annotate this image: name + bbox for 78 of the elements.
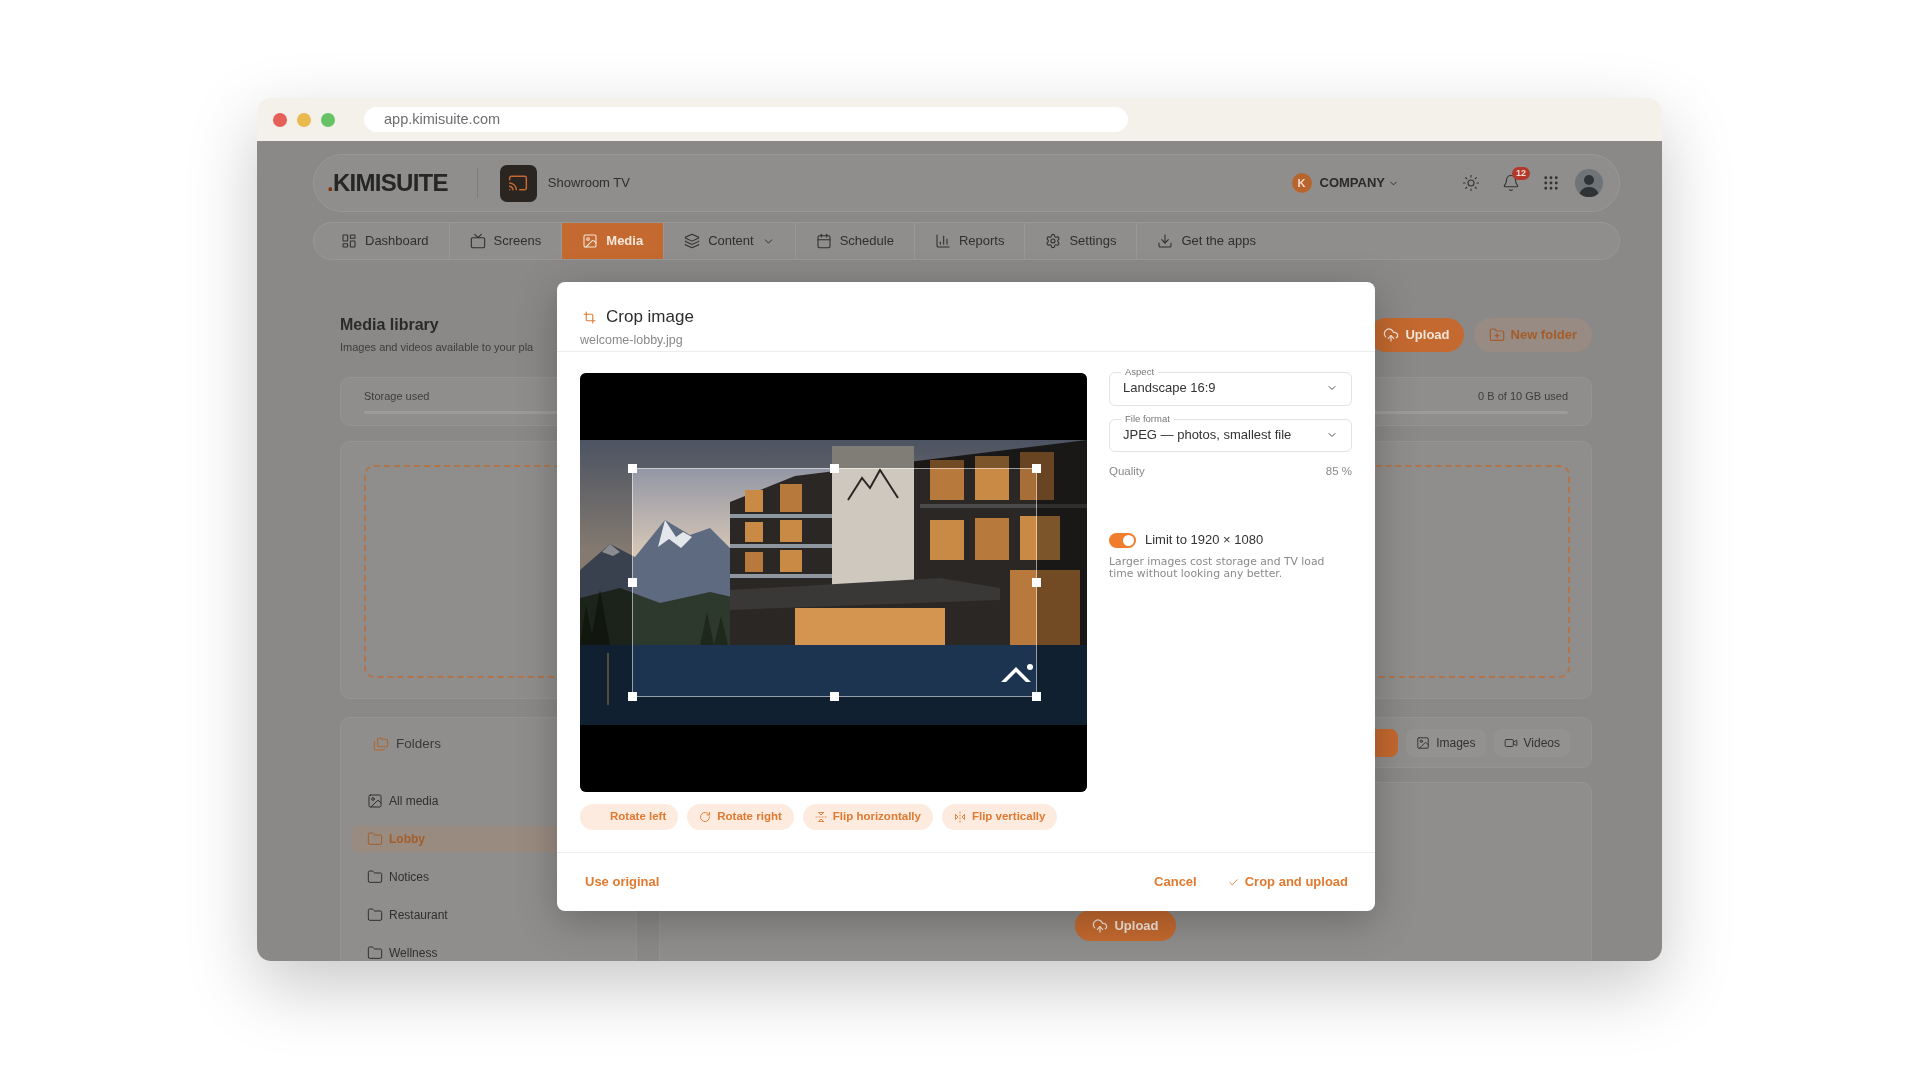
bell-icon[interactable]: [1502, 174, 1520, 192]
limit-label: Limit to 1920 × 1080: [1145, 531, 1264, 549]
crop-handle[interactable]: [830, 692, 839, 701]
storage-label: Storage used: [364, 389, 430, 403]
folder-icon: [367, 831, 383, 847]
crop-handle[interactable]: [1032, 578, 1041, 587]
company-logo: K: [1291, 173, 1312, 193]
dialog-title: Crop image: [606, 306, 694, 328]
nav-tab[interactable]: Schedule: [794, 223, 914, 259]
address-bar[interactable]: app.kimisuite.com: [364, 107, 1128, 132]
limit-switch[interactable]: [1109, 532, 1136, 548]
layers-icon: [684, 233, 701, 249]
cloud-upload-icon: [1092, 917, 1109, 934]
check-icon: [1227, 876, 1239, 888]
window-close-icon[interactable]: [273, 112, 287, 127]
storage-reading: 0 B of 10 GB used: [1478, 389, 1568, 403]
image-icon: [367, 793, 383, 809]
grid-icon[interactable]: [1542, 174, 1560, 192]
file-name: welcome-lobby.jpg: [580, 332, 683, 348]
page-subtitle: Images and videos available to your pla: [340, 340, 534, 354]
calendar-icon: [815, 233, 832, 249]
folders-icon: [373, 736, 389, 752]
use-original-button[interactable]: Use original: [585, 872, 660, 892]
window-maximize-icon[interactable]: [321, 112, 335, 127]
bar-chart-icon: [934, 233, 951, 249]
folders-title: Folders: [396, 735, 441, 753]
limit-hint: Larger images cost storage and TV load time without looking any better.: [1109, 556, 1326, 580]
crop-handle[interactable]: [628, 578, 637, 587]
folder-icon: [367, 869, 383, 885]
image-icon: [582, 233, 599, 249]
aspect-select[interactable]: Aspect Landscape 16:9: [1109, 366, 1352, 406]
sun-icon[interactable]: [1462, 174, 1480, 192]
user-avatar[interactable]: [1575, 169, 1603, 197]
filter-chip[interactable]: Videos: [1493, 728, 1570, 757]
crop-handle[interactable]: [1032, 692, 1041, 701]
logo: .KIMISUITE: [327, 171, 448, 195]
upload-button[interactable]: Upload: [1075, 910, 1176, 941]
crop-icon: [583, 310, 596, 324]
folder-plus-icon: [1488, 326, 1505, 343]
tv-icon: [469, 233, 486, 249]
company-menu[interactable]: COMPANY: [1319, 173, 1399, 193]
crop-handle[interactable]: [628, 464, 637, 473]
nav-tab[interactable]: Reports: [913, 223, 1025, 259]
page-title: Media library: [340, 315, 440, 335]
notification-badge: 12: [1512, 167, 1530, 180]
nav-tab[interactable]: Content: [663, 223, 795, 259]
flip-vertical-button[interactable]: Flip vertically: [941, 804, 1058, 830]
nav-tab[interactable]: Dashboard: [321, 223, 449, 259]
folder-icon: [367, 907, 383, 923]
flip-icon: [814, 811, 827, 823]
filter-chip[interactable]: Images: [1406, 728, 1486, 757]
folder-item[interactable]: Wellness: [352, 940, 625, 961]
screen-selector[interactable]: Showroom TV: [547, 173, 630, 193]
image-icon: [1416, 735, 1431, 750]
window-minimize-icon[interactable]: [297, 112, 311, 127]
flip-icon: [953, 811, 966, 823]
crop-and-upload-button[interactable]: Crop and upload: [1227, 872, 1348, 892]
rotate-icon: [699, 811, 712, 823]
folder-icon: [367, 945, 383, 961]
rotate-left-button[interactable]: Rotate left: [580, 804, 679, 830]
crop-handle[interactable]: [628, 692, 637, 701]
flip-horizontal-button[interactable]: Flip horizontally: [802, 804, 933, 830]
cancel-button[interactable]: Cancel: [1154, 872, 1197, 892]
nav-tab[interactable]: Settings: [1024, 223, 1137, 259]
quality-reading: 85 %: [1325, 464, 1352, 479]
crop-handle[interactable]: [830, 464, 839, 473]
cloud-upload-icon: [1383, 326, 1400, 343]
nav-tab[interactable]: Media: [561, 223, 664, 259]
quality-label: Quality: [1109, 464, 1145, 479]
nav-tab[interactable]: Get the apps: [1136, 223, 1276, 259]
folder-item[interactable]: Restaurant: [352, 902, 625, 928]
layout-icon: [341, 233, 357, 249]
download-icon: [1157, 233, 1174, 249]
cast-icon: [499, 164, 537, 202]
crop-handle[interactable]: [1032, 464, 1041, 473]
gear-icon: [1045, 233, 1062, 249]
file-format-select[interactable]: File format JPEG — photos, smallest file: [1109, 413, 1352, 452]
rotate-right-button[interactable]: Rotate right: [687, 804, 794, 830]
